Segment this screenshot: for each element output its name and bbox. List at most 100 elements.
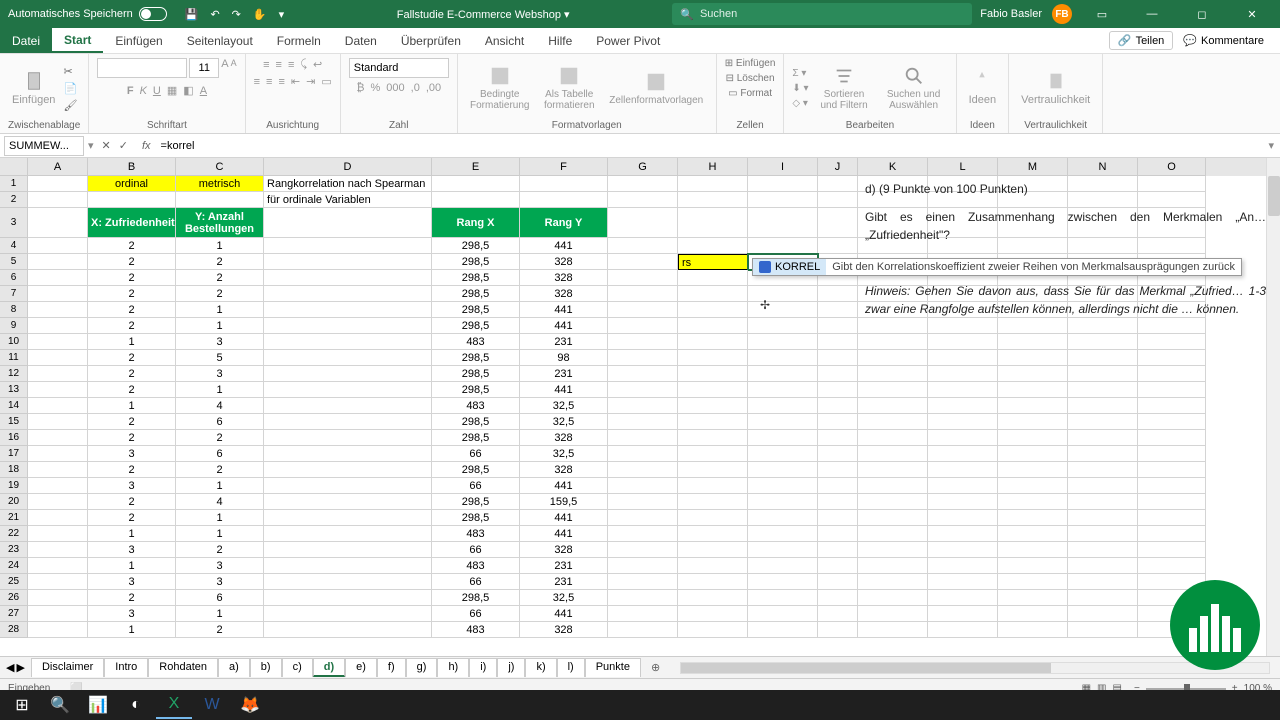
cell[interactable] (818, 462, 858, 478)
cell[interactable] (818, 590, 858, 606)
cell[interactable] (928, 574, 998, 590)
cell[interactable] (858, 414, 928, 430)
conditional-formatting-button[interactable]: Bedingte Formatierung (466, 63, 534, 113)
cell[interactable] (998, 590, 1068, 606)
cell[interactable] (998, 366, 1068, 382)
cell[interactable] (818, 542, 858, 558)
horizontal-scrollbar[interactable] (680, 662, 1270, 674)
sheet-nav-prev-icon[interactable]: ◀ (6, 661, 14, 674)
cell[interactable] (608, 462, 678, 478)
cell[interactable]: 1 (88, 558, 176, 574)
row-header[interactable]: 10 (0, 334, 28, 350)
cell[interactable] (1138, 462, 1206, 478)
cell[interactable] (928, 462, 998, 478)
autosave-toggle[interactable]: Automatisches Speichern (0, 7, 175, 21)
cell[interactable]: 1 (88, 334, 176, 350)
row-header[interactable]: 27 (0, 606, 28, 622)
cell[interactable]: Rang Y (520, 208, 608, 238)
cell[interactable]: 2 (88, 302, 176, 318)
cell[interactable] (608, 192, 678, 208)
cell[interactable]: 2 (88, 318, 176, 334)
cell[interactable]: Y: AnzahlBestellungen (176, 208, 264, 238)
cell[interactable]: 66 (432, 606, 520, 622)
format-as-table-button[interactable]: Als Tabelle formatieren (538, 63, 601, 113)
cell[interactable]: 2 (176, 542, 264, 558)
cell[interactable] (818, 510, 858, 526)
cell[interactable] (264, 430, 432, 446)
cell[interactable] (264, 542, 432, 558)
cell[interactable] (748, 286, 818, 302)
wrap-text-icon[interactable]: ↩ (313, 58, 322, 71)
cell[interactable] (678, 398, 748, 414)
cell[interactable] (928, 414, 998, 430)
cell[interactable] (608, 382, 678, 398)
cell[interactable] (1068, 366, 1138, 382)
cell[interactable]: 66 (432, 478, 520, 494)
cell[interactable] (858, 334, 928, 350)
cell[interactable]: 1 (88, 622, 176, 638)
cell[interactable]: 483 (432, 334, 520, 350)
cell[interactable] (748, 446, 818, 462)
cell[interactable]: 2 (88, 430, 176, 446)
cell[interactable] (678, 270, 748, 286)
cell[interactable] (678, 494, 748, 510)
cell[interactable] (818, 622, 858, 638)
cell[interactable]: 1 (176, 606, 264, 622)
search-box[interactable]: 🔍 Suchen (672, 3, 972, 25)
cell[interactable] (678, 574, 748, 590)
cell[interactable] (818, 318, 858, 334)
clear-icon[interactable]: ◇ ▾ (792, 98, 808, 109)
sensitivity-button[interactable]: Vertraulichkeit (1017, 68, 1094, 108)
cell[interactable] (818, 192, 858, 208)
cell[interactable] (748, 366, 818, 382)
expand-formula-icon[interactable]: ▾ (1262, 139, 1280, 152)
cell[interactable] (998, 478, 1068, 494)
share-button[interactable]: 🔗 Teilen (1109, 31, 1173, 50)
select-all-corner[interactable] (0, 158, 28, 176)
cell[interactable]: 483 (432, 398, 520, 414)
cell[interactable]: 159,5 (520, 494, 608, 510)
cell[interactable] (748, 176, 818, 192)
cell[interactable] (928, 430, 998, 446)
row-header[interactable]: 25 (0, 574, 28, 590)
cell[interactable] (608, 366, 678, 382)
cell[interactable] (264, 590, 432, 606)
cell[interactable] (264, 208, 432, 238)
tab-layout[interactable]: Seitenlayout (175, 28, 265, 53)
vertical-scrollbar[interactable] (1266, 158, 1280, 656)
cell[interactable] (1068, 478, 1138, 494)
cell[interactable] (432, 176, 520, 192)
cell[interactable] (1138, 494, 1206, 510)
find-select-button[interactable]: Suchen und Auswählen (880, 63, 948, 113)
cell[interactable]: 298,5 (432, 430, 520, 446)
cell[interactable] (1068, 350, 1138, 366)
cell[interactable]: 231 (520, 574, 608, 590)
cell[interactable]: 98 (520, 350, 608, 366)
column-header-A[interactable]: A (28, 158, 88, 176)
cell[interactable]: 32,5 (520, 414, 608, 430)
cell[interactable] (858, 558, 928, 574)
comma-icon[interactable]: 000 (386, 82, 404, 94)
cell[interactable] (28, 510, 88, 526)
cell[interactable] (748, 462, 818, 478)
font-size-select[interactable] (189, 58, 219, 78)
row-header[interactable]: 21 (0, 510, 28, 526)
cell[interactable] (928, 590, 998, 606)
bold-icon[interactable]: F (127, 85, 134, 97)
qat-dropdown-icon[interactable]: ▾ (279, 8, 285, 21)
cell[interactable] (1138, 542, 1206, 558)
row-header[interactable]: 12 (0, 366, 28, 382)
cell[interactable]: 32,5 (520, 590, 608, 606)
increase-decimal-icon[interactable]: ,0 (411, 82, 420, 94)
underline-icon[interactable]: U (153, 85, 161, 97)
increase-font-icon[interactable]: A (221, 58, 228, 78)
cell[interactable] (1068, 558, 1138, 574)
cell[interactable] (858, 382, 928, 398)
cell[interactable] (28, 302, 88, 318)
cell[interactable] (818, 238, 858, 254)
cell[interactable]: 2 (88, 462, 176, 478)
number-format-select[interactable] (349, 58, 449, 78)
column-header-L[interactable]: L (928, 158, 998, 176)
close-icon[interactable]: ✕ (1232, 0, 1272, 28)
comments-button[interactable]: 💬 Kommentare (1175, 31, 1272, 50)
